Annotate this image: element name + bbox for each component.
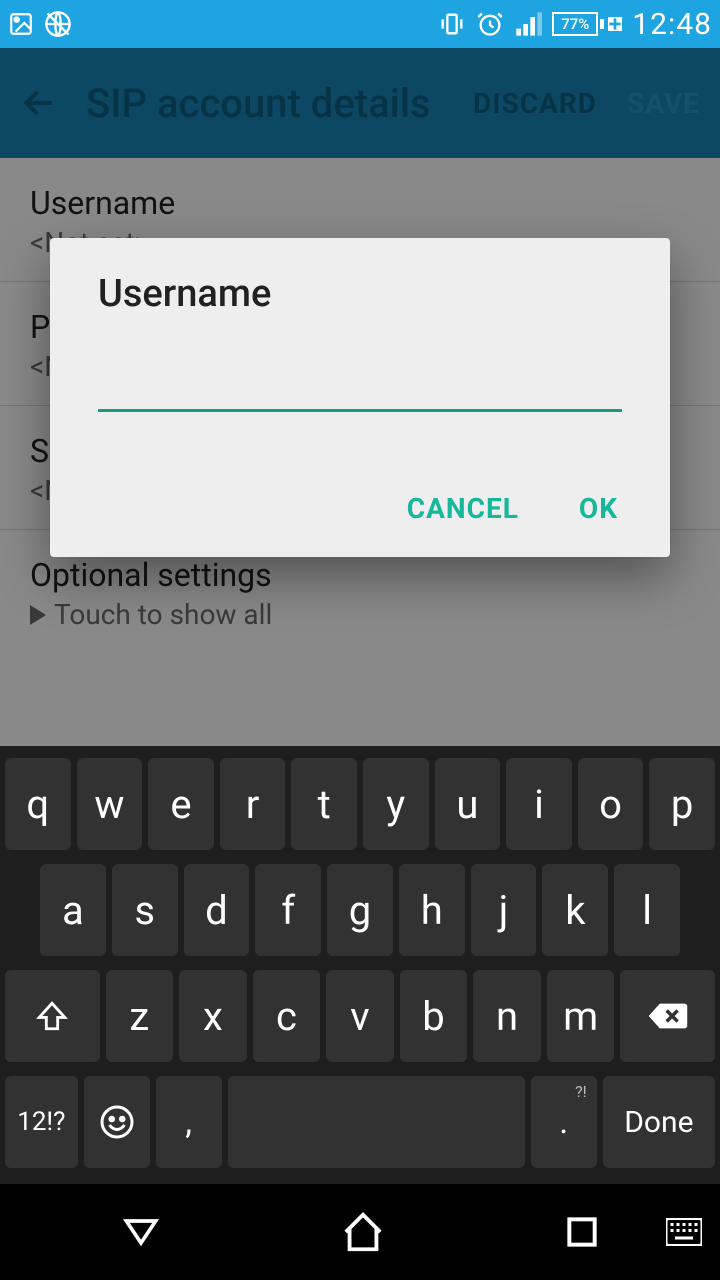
key-r[interactable]: r (220, 758, 286, 850)
key-u[interactable]: u (435, 758, 501, 850)
key-x[interactable]: x (179, 970, 247, 1062)
key-e[interactable]: e (148, 758, 214, 850)
signal-icon (514, 10, 542, 38)
image-icon (8, 11, 34, 37)
shift-key[interactable] (5, 970, 100, 1062)
dialog-title: Username (98, 272, 622, 316)
username-dialog: Username CANCEL OK (50, 238, 670, 557)
emoji-key[interactable] (84, 1076, 150, 1168)
key-l[interactable]: l (614, 864, 680, 956)
nav-ime-icon[interactable] (666, 1218, 702, 1246)
key-g[interactable]: g (327, 864, 393, 956)
nav-recent-icon[interactable] (563, 1213, 601, 1251)
key-h[interactable]: h (399, 864, 465, 956)
alarm-icon (476, 10, 504, 38)
key-m[interactable]: m (547, 970, 615, 1062)
backspace-key[interactable] (620, 970, 715, 1062)
username-input[interactable] (98, 372, 622, 412)
no-network-icon (44, 10, 72, 38)
key-t[interactable]: t (291, 758, 357, 850)
space-key[interactable] (228, 1076, 525, 1168)
status-time: 12:48 (632, 7, 712, 42)
key-z[interactable]: z (106, 970, 174, 1062)
key-f[interactable]: f (255, 864, 321, 956)
vibrate-icon (438, 10, 466, 38)
key-o[interactable]: o (578, 758, 644, 850)
symbols-key[interactable]: 12!? (5, 1076, 78, 1168)
key-y[interactable]: y (363, 758, 429, 850)
battery-icon: 77% (552, 12, 622, 36)
comma-key[interactable]: , (156, 1076, 222, 1168)
key-d[interactable]: d (184, 864, 250, 956)
period-label: . (559, 1102, 568, 1142)
key-v[interactable]: v (326, 970, 394, 1062)
key-w[interactable]: w (77, 758, 143, 850)
navigation-bar (0, 1184, 720, 1280)
key-c[interactable]: c (253, 970, 321, 1062)
battery-percent: 77% (552, 12, 598, 36)
period-superscript: ?! (575, 1082, 587, 1101)
nav-back-icon[interactable] (119, 1210, 163, 1254)
key-k[interactable]: k (542, 864, 608, 956)
cancel-button[interactable]: CANCEL (407, 492, 519, 525)
key-i[interactable]: i (506, 758, 572, 850)
key-s[interactable]: s (112, 864, 178, 956)
period-key[interactable]: ?! . (531, 1076, 597, 1168)
key-j[interactable]: j (471, 864, 537, 956)
soft-keyboard: qwertyuiop asdfghjkl zxcvbnm 12!? , ?! .… (0, 746, 720, 1184)
key-b[interactable]: b (400, 970, 468, 1062)
ok-button[interactable]: OK (579, 492, 618, 525)
key-n[interactable]: n (473, 970, 541, 1062)
key-a[interactable]: a (40, 864, 106, 956)
key-q[interactable]: q (5, 758, 71, 850)
done-key[interactable]: Done (603, 1076, 715, 1168)
status-bar: 77% 12:48 (0, 0, 720, 48)
key-p[interactable]: p (649, 758, 715, 850)
nav-home-icon[interactable] (340, 1209, 386, 1255)
